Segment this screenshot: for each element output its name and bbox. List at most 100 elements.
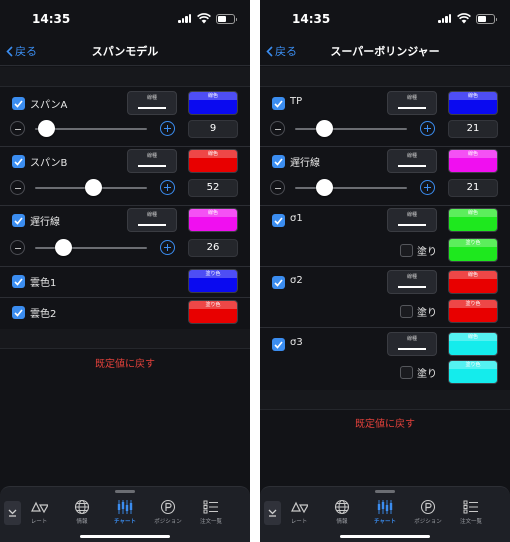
lagging-line-increment-button[interactable] bbox=[160, 240, 175, 255]
sigma-1-fill-checkbox[interactable] bbox=[400, 244, 413, 257]
lagging-line-value[interactable]: 21 bbox=[448, 179, 498, 197]
span-b-checkbox[interactable] bbox=[12, 155, 25, 168]
tab-position[interactable]: ポジション bbox=[148, 499, 188, 529]
lagging-line-slider-track[interactable] bbox=[295, 187, 407, 189]
span-a-line-color-button[interactable]: 線色 bbox=[188, 91, 238, 115]
lagging-line-line-color-button[interactable]: 線色 bbox=[188, 208, 238, 232]
wifi-icon bbox=[457, 13, 471, 24]
lagging-line-value[interactable]: 26 bbox=[188, 239, 238, 257]
lagging-line-slider-track[interactable] bbox=[35, 247, 147, 249]
line-type-caption: 線種 bbox=[146, 153, 157, 159]
sigma-3-label: σ3 bbox=[290, 337, 303, 348]
tab-order-list[interactable]: 注文一覧 bbox=[451, 499, 491, 529]
span-a-checkbox[interactable] bbox=[12, 97, 25, 110]
span-b-increment-button[interactable] bbox=[160, 180, 175, 195]
lagging-line-line-type-button[interactable]: 線種 bbox=[387, 149, 437, 173]
cloud-2-checkbox[interactable] bbox=[12, 306, 25, 319]
tp-decrement-button[interactable] bbox=[270, 121, 285, 136]
span-b-line-type-button[interactable]: 線種 bbox=[127, 149, 177, 173]
span-b-line-color-button[interactable]: 線色 bbox=[188, 149, 238, 173]
tp-line-type-button[interactable]: 線種 bbox=[387, 91, 437, 115]
tab-chart[interactable]: チャート bbox=[105, 499, 145, 529]
tab-order-list[interactable]: 注文一覧 bbox=[191, 499, 231, 529]
line-color-caption: 線色 bbox=[449, 271, 497, 279]
sigma-3-line-color-button[interactable]: 線色 bbox=[448, 332, 498, 356]
setting-row-sigma-2: σ2 線種 線色 塗り 塗り色 bbox=[260, 267, 510, 327]
sigma-3-fill-label: 塗り bbox=[417, 369, 437, 380]
tab-label: ポジション bbox=[154, 519, 182, 525]
fill-color-caption: 塗り色 bbox=[189, 301, 237, 309]
tp-slider-track[interactable] bbox=[295, 128, 407, 130]
tp-slider-knob[interactable] bbox=[315, 120, 333, 137]
line-type-caption: 線種 bbox=[406, 336, 417, 342]
span-a-increment-button[interactable] bbox=[160, 121, 175, 136]
tp-line-color-button[interactable]: 線色 bbox=[448, 91, 498, 115]
tab-rate[interactable]: レート bbox=[279, 499, 319, 529]
sigma-2-line-type-button[interactable]: 線種 bbox=[387, 270, 437, 294]
order-list-icon bbox=[203, 500, 218, 514]
sigma-1-line-color-button[interactable]: 線色 bbox=[448, 208, 498, 232]
lagging-line-increment-button[interactable] bbox=[420, 180, 435, 195]
page-title: スーパーボリンジャー bbox=[330, 45, 440, 58]
sigma-2-fill-label: 塗り bbox=[417, 308, 437, 319]
sigma-1-fill-color-button[interactable]: 塗り色 bbox=[448, 238, 498, 262]
span-a-decrement-button[interactable] bbox=[10, 121, 25, 136]
lagging-line-checkbox[interactable] bbox=[12, 214, 25, 227]
tab-label: レート bbox=[30, 519, 48, 525]
line-color-caption: 線色 bbox=[449, 209, 497, 217]
sigma-2-line-color-button[interactable]: 線色 bbox=[448, 270, 498, 294]
sigma-3-checkbox[interactable] bbox=[272, 338, 285, 351]
span-b-slider-knob[interactable] bbox=[84, 179, 102, 196]
lagging-line-slider-knob[interactable] bbox=[315, 179, 333, 196]
line-sample bbox=[398, 286, 426, 288]
setting-row-cloud-2: 雲色2 塗り色 bbox=[0, 298, 250, 328]
reset-to-default-button[interactable]: 既定値に戻す bbox=[260, 415, 510, 430]
span-a-slider-knob[interactable] bbox=[37, 120, 55, 137]
lagging-line-line-type-button[interactable]: 線種 bbox=[127, 208, 177, 232]
candlestick-chart-icon bbox=[377, 500, 393, 514]
span-b-decrement-button[interactable] bbox=[10, 180, 25, 195]
tp-value[interactable]: 21 bbox=[448, 120, 498, 138]
sigma-2-fill-color-button[interactable]: 塗り色 bbox=[448, 299, 498, 323]
globe-icon bbox=[334, 499, 350, 515]
tab-label: レート bbox=[290, 519, 308, 525]
lagging-line-label: 遅行線 bbox=[290, 158, 320, 169]
tab-info[interactable]: 情報 bbox=[322, 499, 362, 529]
reset-to-default-button[interactable]: 既定値に戻す bbox=[0, 355, 250, 370]
cloud-1-checkbox[interactable] bbox=[12, 275, 25, 288]
tab-info[interactable]: 情報 bbox=[62, 499, 102, 529]
tab-chart[interactable]: チャート bbox=[365, 499, 405, 529]
sigma-1-checkbox[interactable] bbox=[272, 214, 285, 227]
drag-handle[interactable] bbox=[115, 490, 135, 493]
setting-row-tp: TP 線種 線色 21 bbox=[260, 88, 510, 146]
lagging-line-slider-knob[interactable] bbox=[54, 239, 72, 256]
span-a-line-type-button[interactable]: 線種 bbox=[127, 91, 177, 115]
line-sample bbox=[398, 107, 426, 109]
sigma-1-line-type-button[interactable]: 線種 bbox=[387, 208, 437, 232]
lagging-line-decrement-button[interactable] bbox=[10, 240, 25, 255]
tp-increment-button[interactable] bbox=[420, 121, 435, 136]
sigma-3-fill-color-button[interactable]: 塗り色 bbox=[448, 360, 498, 384]
lagging-line-decrement-button[interactable] bbox=[270, 180, 285, 195]
sigma-3-fill-checkbox[interactable] bbox=[400, 366, 413, 379]
span-b-value[interactable]: 52 bbox=[188, 179, 238, 197]
setting-row-sigma-3: σ3 線種 線色 塗り 塗り色 bbox=[260, 328, 510, 388]
tp-checkbox[interactable] bbox=[272, 97, 285, 110]
tab-position[interactable]: ポジション bbox=[408, 499, 448, 529]
line-sample bbox=[138, 224, 166, 226]
tab-label: チャート bbox=[374, 519, 396, 525]
lagging-line-line-color-button[interactable]: 線色 bbox=[448, 149, 498, 173]
sigma-2-fill-checkbox[interactable] bbox=[400, 305, 413, 318]
sigma-3-line-type-button[interactable]: 線種 bbox=[387, 332, 437, 356]
span-a-value[interactable]: 9 bbox=[188, 120, 238, 138]
cloud-2-fill-color-button[interactable]: 塗り色 bbox=[188, 300, 238, 324]
cloud-1-fill-color-button[interactable]: 塗り色 bbox=[188, 269, 238, 293]
cloud-2-label: 雲色2 bbox=[30, 309, 57, 320]
sigma-2-checkbox[interactable] bbox=[272, 276, 285, 289]
line-color-caption: 線色 bbox=[189, 209, 237, 217]
tab-rate[interactable]: レート bbox=[19, 499, 59, 529]
rate-icon bbox=[31, 501, 48, 514]
lagging-line-checkbox[interactable] bbox=[272, 155, 285, 168]
line-color-caption: 線色 bbox=[449, 92, 497, 100]
drag-handle[interactable] bbox=[375, 490, 395, 493]
